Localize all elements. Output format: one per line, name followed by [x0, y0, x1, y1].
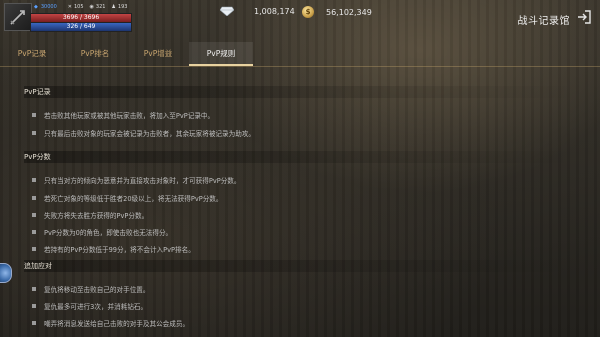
list-item: 只有最后击败对象的玩家会被记录为击败者，其余玩家将被记录为助攻。	[32, 128, 255, 138]
figure-icon: ♟	[111, 4, 116, 10]
list-item: 失败方将失去胜方获得的PvP分数。	[32, 210, 148, 220]
bullet	[32, 247, 36, 251]
swords-icon: ✕	[67, 4, 72, 10]
list-item: 嘲弄将消息发送给自己击败的对手及其公会成员。	[32, 318, 189, 328]
exit-icon[interactable]	[576, 9, 592, 25]
list-item: 若死亡对象的等级低于胜者20级以上，将无法获得PvP分数。	[32, 193, 223, 203]
tab-pvp-rules[interactable]: PvP规则	[189, 42, 253, 66]
bullet	[32, 321, 36, 325]
gem-amount: 1,008,174	[254, 6, 295, 16]
list-item: 复仇最多可进行3次，并消耗钻石。	[32, 301, 147, 311]
section-title-record: PvP记录	[24, 86, 584, 98]
diamond-icon	[220, 6, 234, 16]
character-portrait[interactable]	[4, 3, 32, 31]
tab-pvp-buff[interactable]: PvP增益	[126, 42, 190, 66]
tab-pvp-record[interactable]: PvP记录	[0, 42, 64, 66]
page-title: 战斗记录馆	[517, 16, 570, 27]
list-item: 若持有的PvP分数低于99分，将不会计入PvP排名。	[32, 244, 195, 254]
list-item: 复仇将移动至击败自己的对手位置。	[32, 284, 150, 294]
gold-currency: $ 56,102,349	[302, 6, 372, 18]
bullet	[32, 230, 36, 234]
section-title-score: PvP分数	[24, 151, 584, 163]
bullet	[32, 213, 36, 217]
stat-defense: ◉ 321	[89, 4, 106, 10]
side-menu-handle[interactable]	[0, 263, 12, 283]
level-value: 30000	[40, 4, 57, 10]
mp-bar: 326 / 649	[30, 22, 132, 32]
shield-icon: ◉	[89, 4, 94, 10]
tab-pvp-ranking[interactable]: PvP排名	[63, 42, 127, 66]
player-stats: ◆ 30000 ✕ 105 ◉ 321 ♟ 193	[34, 4, 127, 10]
bullet	[32, 196, 36, 200]
stat-attack: ✕ 105	[67, 4, 84, 10]
list-item: 若击败其他玩家或被其他玩家击败，将加入至PvP记录中。	[32, 110, 214, 120]
bullet	[32, 113, 36, 117]
top-bar: ◆ 30000 ✕ 105 ◉ 321 ♟ 193 3696 / 3696 326 /…	[0, 0, 600, 40]
hp-text: 3696 / 3696	[62, 14, 100, 21]
weapon-icon	[10, 10, 25, 25]
gem-currency: 1,008,174	[220, 6, 295, 16]
gold-amount: 56,102,349	[326, 7, 372, 17]
level-icon: ◆	[34, 4, 38, 10]
list-item: 只有当对方的倾向为恶意并为直接攻击对象时，才可获得PvP分数。	[32, 175, 240, 185]
bullet	[32, 304, 36, 308]
section-title-actions: 追加应对	[24, 260, 584, 272]
gold-coin-icon: $	[302, 6, 314, 18]
stat-other: ♟ 193	[111, 4, 128, 10]
list-item: PvP分数为0的角色，即使击败也无法得分。	[32, 227, 172, 237]
mp-text: 326 / 649	[66, 23, 96, 30]
bullet	[32, 287, 36, 291]
bullet	[32, 131, 36, 135]
tab-bar: PvP记录 PvP排名 PvP增益 PvP规则	[0, 42, 600, 67]
bullet	[32, 178, 36, 182]
